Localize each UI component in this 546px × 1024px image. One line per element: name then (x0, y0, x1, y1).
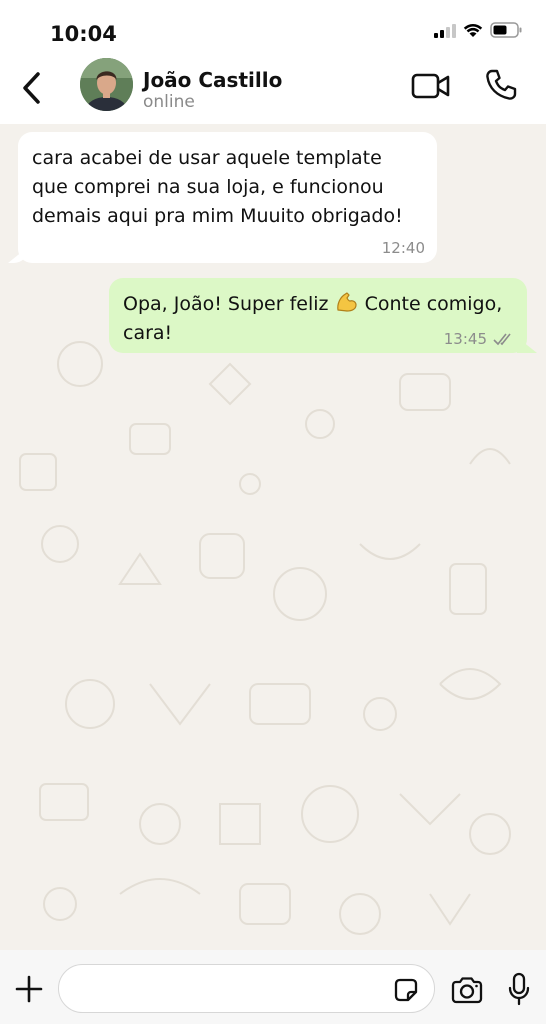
phone-icon[interactable] (484, 68, 518, 102)
avatar[interactable] (80, 58, 133, 111)
incoming-message-time: 12:40 (381, 239, 425, 257)
video-call-icon[interactable] (411, 72, 451, 100)
microphone-icon[interactable] (508, 972, 530, 1006)
wifi-icon (463, 23, 483, 37)
contact-name[interactable]: João Castillo (143, 68, 282, 92)
plus-icon[interactable] (14, 974, 44, 1004)
chat-header: João Castillo online (0, 56, 546, 124)
outgoing-text-part1: Opa, João! Super feliz (123, 293, 335, 315)
chat-area[interactable]: cara acabei de usar aquele template que … (0, 124, 546, 950)
status-icons (434, 22, 522, 38)
status-bar: 10:04 (0, 0, 546, 56)
message-input[interactable] (58, 964, 435, 1013)
flexed-biceps-emoji (336, 292, 357, 312)
outgoing-message[interactable]: Opa, João! Super feliz Conte comigo, car… (109, 278, 527, 353)
signal-icon (434, 23, 456, 38)
read-double-check-icon (493, 333, 511, 346)
camera-icon[interactable] (450, 976, 484, 1004)
battery-icon (490, 22, 522, 38)
incoming-message[interactable]: cara acabei de usar aquele template que … (18, 132, 437, 263)
contact-status: online (143, 92, 195, 112)
sticker-icon[interactable] (392, 976, 420, 1004)
back-arrow-icon[interactable] (18, 68, 48, 108)
status-time: 10:04 (50, 22, 117, 46)
composer-bar (0, 950, 546, 1024)
incoming-message-text: cara acabei de usar aquele template que … (32, 147, 403, 227)
outgoing-message-time: 13:45 (443, 330, 487, 348)
